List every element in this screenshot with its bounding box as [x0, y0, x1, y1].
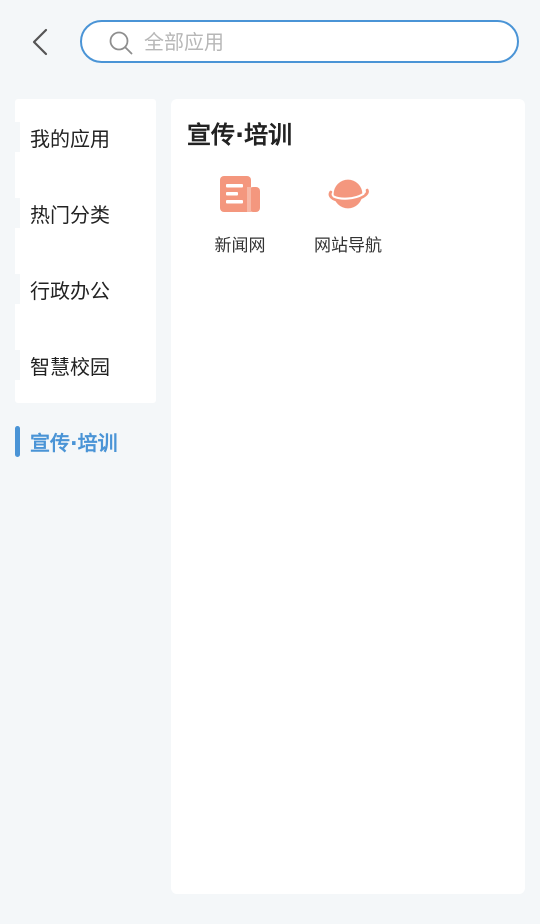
app-label: 新闻网 — [214, 236, 266, 256]
sidebar-item-marker — [15, 274, 20, 304]
chevron-left-icon — [32, 28, 48, 56]
sidebar-item-publicity-training[interactable]: 宣传·培训 — [15, 403, 156, 479]
newspaper-icon — [217, 171, 263, 217]
sidebar-item-label: 我的应用 — [30, 126, 110, 151]
sidebar-item-marker — [15, 122, 20, 152]
app-label: 网站导航 — [314, 236, 382, 256]
header — [0, 0, 540, 84]
sidebar-item-marker — [15, 198, 20, 228]
sidebar-item-popular[interactable]: 热门分类 — [15, 175, 156, 251]
planet-icon — [325, 171, 371, 217]
sidebar-item-label: 行政办公 — [30, 278, 110, 303]
sidebar-card: 我的应用 热门分类 行政办公 智慧校园 — [15, 99, 156, 403]
section-title: 宣传·培训 — [187, 121, 293, 149]
app-panel: 宣传·培训 新闻网 网站导航 — [171, 99, 525, 894]
search-box[interactable] — [80, 20, 519, 63]
app-site-navigation[interactable]: 网站导航 — [300, 171, 396, 261]
active-indicator — [15, 426, 20, 457]
search-input[interactable] — [144, 26, 504, 58]
app-news-site[interactable]: 新闻网 — [192, 171, 288, 261]
sidebar-item-label: 宣传·培训 — [30, 430, 118, 455]
search-icon — [109, 31, 133, 55]
sidebar-item-label: 智慧校园 — [30, 354, 110, 379]
category-sidebar: 我的应用 热门分类 行政办公 智慧校园 宣传·培训 — [15, 99, 156, 457]
sidebar-item-marker — [15, 350, 20, 380]
back-button[interactable] — [24, 22, 56, 62]
sidebar-item-smart-campus[interactable]: 智慧校园 — [15, 327, 156, 403]
sidebar-item-my-apps[interactable]: 我的应用 — [15, 99, 156, 175]
sidebar-item-admin-office[interactable]: 行政办公 — [15, 251, 156, 327]
sidebar-item-label: 热门分类 — [30, 202, 110, 227]
